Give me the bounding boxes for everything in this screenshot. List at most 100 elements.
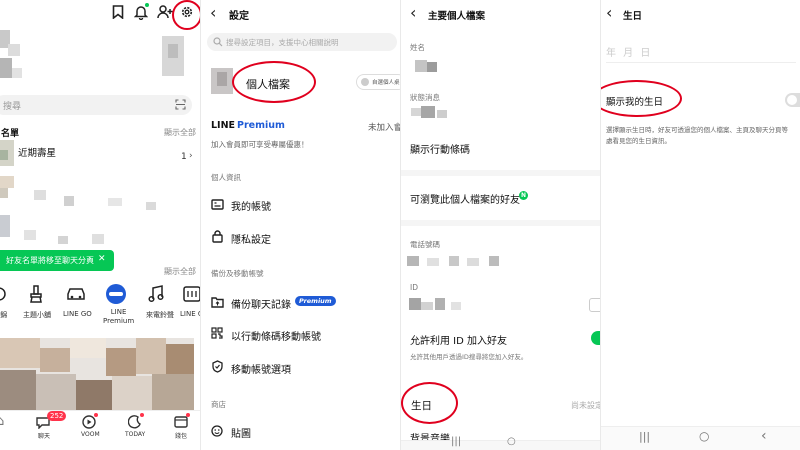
settings-item-label: 移動帳號選項: [231, 365, 291, 376]
qr-code-icon: [211, 327, 223, 339]
toast-chevron-icon: ›: [88, 254, 92, 264]
back-button-icon[interactable]: ‹: [761, 428, 767, 444]
birthday-date-input[interactable]: 年 月 日: [606, 44, 652, 59]
chat-tab-label: 聊天: [38, 433, 51, 440]
status-label: 狀態消息: [410, 93, 440, 102]
section-shop: 商店: [211, 400, 226, 409]
custom-profile-label: 自選個人桌: [372, 80, 400, 86]
today-tab-label: TODAY: [125, 431, 146, 438]
brush-icon: [30, 285, 42, 303]
settings-item-label: 以行動條碼移動帳號: [231, 332, 321, 343]
service-label: 主題小舖: [23, 311, 51, 319]
service-label: LINE Ga: [180, 310, 200, 318]
chevron-right-icon: ›: [189, 151, 193, 161]
today-icon: [128, 415, 141, 429]
circle-icon: [0, 287, 6, 301]
show-birthday-highlight-ring: [601, 80, 682, 117]
chat-badge: 252: [47, 411, 67, 421]
toast-text: 好友名單將移至聊天分頁: [6, 256, 94, 265]
show-birthday-desc-2: 處看見您的生日資訊。: [606, 137, 671, 145]
settings-search-placeholder: 搜尋設定項目，支援中心相關說明: [226, 38, 339, 47]
show-all-link[interactable]: 顯示全部: [164, 127, 196, 138]
page-title: 主要個人檔案: [428, 11, 486, 22]
show-qr-code[interactable]: 顯示行動條碼: [410, 141, 470, 156]
id-label: ID: [410, 283, 418, 292]
settings-item-label: 隱私設定: [231, 235, 271, 246]
home-screen: 搜尋 名單 顯示全部 近期壽星 1 › 好友名單將移至聊天分頁 › ✕ 顯示全部…: [0, 0, 200, 450]
name-label: 姓名: [410, 43, 425, 52]
search-placeholder: 搜尋: [3, 102, 22, 112]
service-label: LINE Premium: [103, 308, 135, 325]
favorite-count: 1: [181, 152, 187, 162]
home-icon[interactable]: ⌂: [0, 414, 4, 429]
birthday-highlight-ring: [401, 382, 458, 424]
new-badge: N: [519, 191, 528, 200]
section-personal-info: 個人資訊: [211, 173, 241, 182]
wallet-icon: [174, 416, 188, 428]
voom-tab-label: VOOM: [81, 431, 100, 438]
lock-icon: [212, 230, 223, 243]
smiley-icon: [211, 425, 223, 437]
voom-dot: [94, 413, 98, 417]
settings-item-label: 我的帳號: [231, 202, 271, 213]
birthday-screen: ‹ 生日 年 月 日 顯示我的生日 選擇顯示生日時，好友可透過您的個人檔案、主頁…: [601, 0, 800, 450]
allow-id-label: 允許利用 ID 加入好友: [410, 336, 508, 347]
home-button-icon[interactable]: ○: [507, 436, 516, 447]
home-button-icon[interactable]: ○: [699, 429, 709, 443]
premium-status: 未加入會: [368, 123, 400, 133]
recent-apps-icon[interactable]: |||: [639, 430, 650, 443]
recent-apps-icon[interactable]: |||: [451, 436, 461, 447]
show-birthday-toggle[interactable]: [785, 93, 800, 107]
wallet-tab-label: 錢包: [175, 433, 188, 440]
game-icon: [183, 286, 200, 302]
main-profile-screen: ‹ 主要個人檔案 姓名 狀態消息 顯示行動條碼 可瀏覽此個人檔案的好友 N 電話…: [401, 0, 600, 450]
voom-icon: [82, 415, 96, 429]
section-backup: 備份及移動帳號: [211, 269, 264, 278]
shield-icon: [212, 360, 223, 373]
phone-label: 電話號碼: [410, 240, 440, 249]
premium-desc: 加入會員即可享受專屬優惠！: [211, 140, 309, 149]
settings-screen: ‹ 設定 搜尋設定項目，支援中心相關說明 個人檔案 自選個人桌 LINE Pre…: [201, 0, 400, 450]
page-title: 生日: [623, 11, 643, 22]
bookmark-icon[interactable]: [112, 5, 124, 19]
back-arrow-icon[interactable]: ‹: [410, 3, 416, 22]
premium-icon: [106, 284, 126, 304]
id-card-icon: [211, 199, 224, 210]
profile-highlight-ring: [232, 61, 316, 103]
page-title: 設定: [229, 11, 249, 22]
premium-logo-word: Premium: [237, 120, 285, 131]
search-input[interactable]: [0, 95, 192, 115]
settings-highlight-ring: [172, 0, 200, 30]
service-label: ·錦: [0, 311, 8, 319]
viewable-friends[interactable]: 可瀏覽此個人檔案的好友: [410, 191, 520, 206]
friends-section-title: 名單: [1, 129, 20, 139]
today-dot: [140, 413, 144, 417]
search-icon: [213, 37, 223, 47]
allow-id-toggle[interactable]: [591, 331, 600, 345]
service-label: LINE GO: [63, 310, 92, 318]
car-icon: [67, 288, 85, 300]
premium-badge: Premium: [295, 296, 336, 306]
service-label: 來電鈴聲: [146, 311, 174, 319]
id-value[interactable]: [409, 298, 421, 310]
copy-button[interactable]: [589, 298, 600, 312]
toast-close-icon[interactable]: ✕: [98, 254, 106, 264]
add-friend-icon[interactable]: [157, 5, 173, 19]
back-arrow-icon[interactable]: ‹: [606, 3, 612, 22]
allow-id-desc: 允許其他用戶透過ID搜尋將您加入好友。: [410, 353, 528, 361]
wallet-dot: [186, 413, 190, 417]
person-icon: [361, 78, 369, 86]
birthday-value: 尚未設定: [571, 401, 600, 410]
notification-dot: [145, 3, 149, 7]
backup-icon: [211, 297, 224, 308]
name-value[interactable]: [415, 60, 427, 72]
show-birthday-desc-1: 選擇顯示生日時，好友可透過您的個人檔案、主頁及聊天分頁等: [606, 126, 788, 134]
phone-value[interactable]: [407, 256, 419, 266]
back-arrow-icon[interactable]: ‹: [210, 3, 216, 22]
premium-logo-line: LINE: [211, 120, 236, 131]
scan-icon[interactable]: [175, 99, 186, 110]
show-all-link-2[interactable]: 顯示全部: [164, 266, 196, 277]
status-value[interactable]: [411, 108, 421, 116]
birthday-favorites-row[interactable]: 近期壽星: [18, 145, 56, 159]
settings-item-label: 貼圖: [231, 429, 251, 440]
